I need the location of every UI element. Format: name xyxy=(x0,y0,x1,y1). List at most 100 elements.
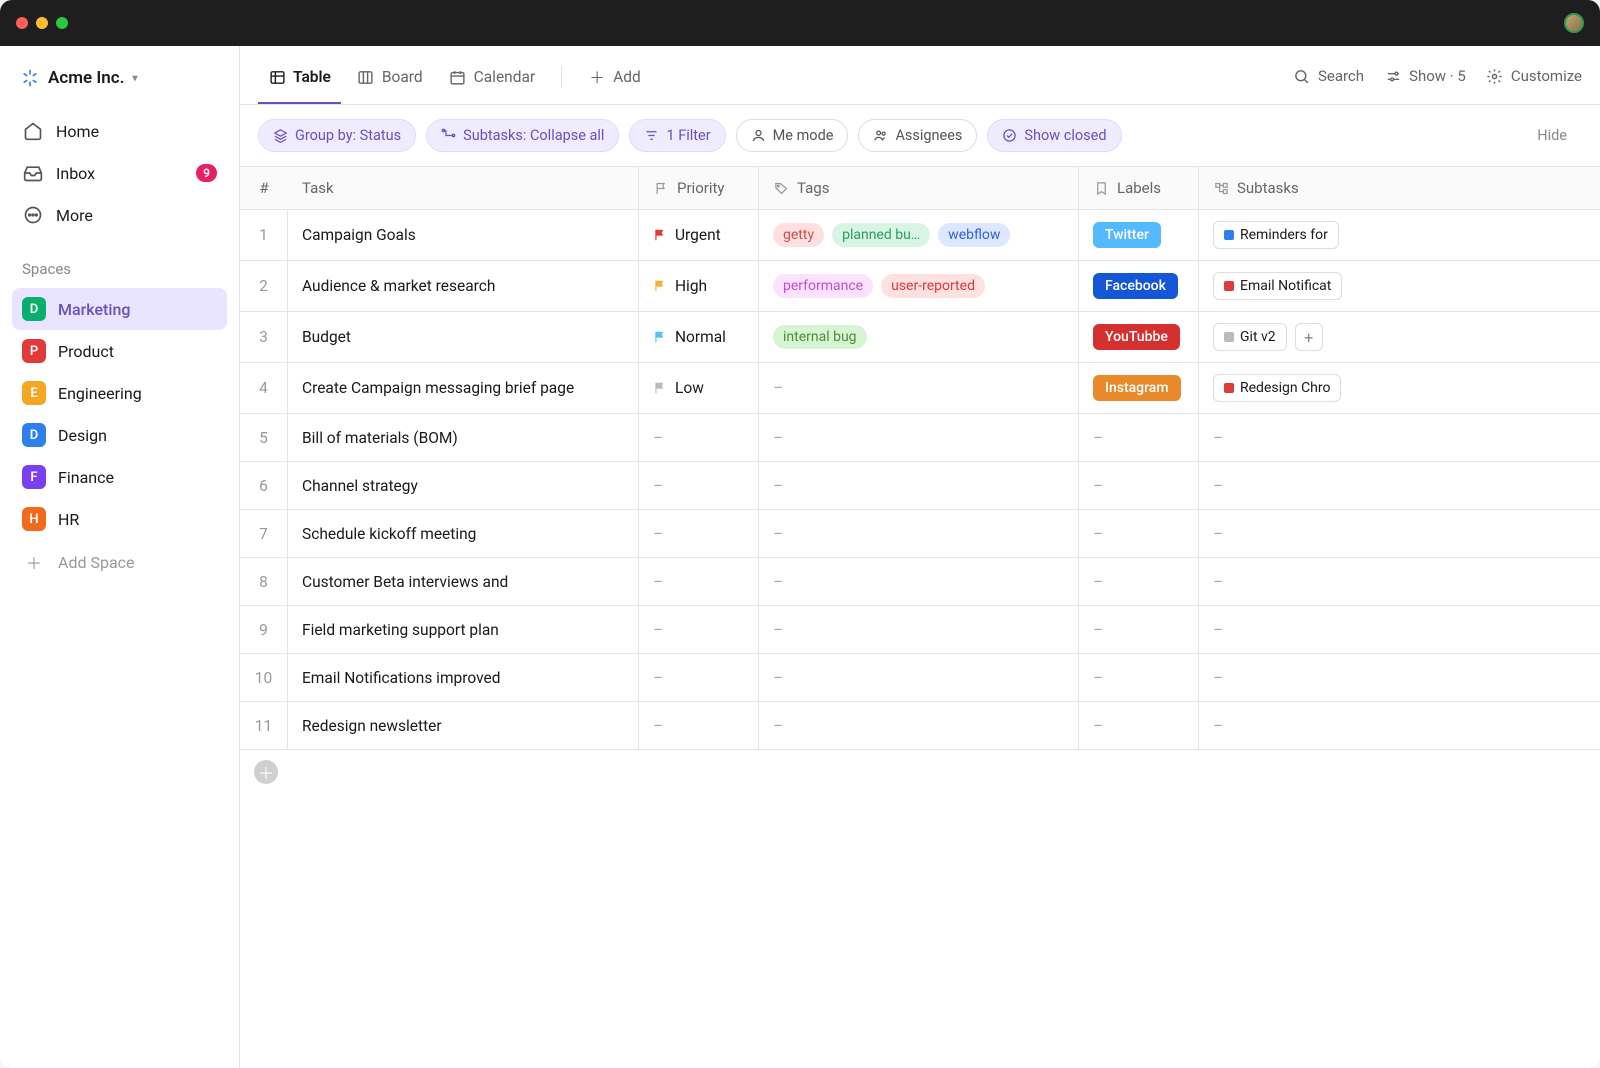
table-row[interactable]: 9 Field marketing support plan – – – – xyxy=(240,606,1600,654)
subtasks-cell[interactable]: – xyxy=(1198,510,1378,557)
table-row[interactable]: 11 Redesign newsletter – – – – xyxy=(240,702,1600,750)
task-name[interactable]: Redesign newsletter xyxy=(288,702,638,749)
priority-cell[interactable]: – xyxy=(638,702,758,749)
tab-table[interactable]: Table xyxy=(258,60,341,104)
tags-cell[interactable]: – xyxy=(758,510,1078,557)
table-row[interactable]: 5 Bill of materials (BOM) – – – – xyxy=(240,414,1600,462)
task-name[interactable]: Customer Beta interviews and xyxy=(288,558,638,605)
tags-cell[interactable]: getty planned bu… webflow xyxy=(758,210,1078,260)
tags-cell[interactable]: – xyxy=(758,606,1078,653)
labels-cell[interactable]: – xyxy=(1078,510,1198,557)
subtask-pill[interactable]: Reminders for xyxy=(1213,221,1339,249)
tag-pill[interactable]: getty xyxy=(773,223,824,247)
priority-cell[interactable]: – xyxy=(638,654,758,701)
subtasks-cell[interactable]: Git v2 + xyxy=(1198,312,1378,362)
priority-cell[interactable]: – xyxy=(638,462,758,509)
tab-board[interactable]: Board xyxy=(347,60,433,104)
task-name[interactable]: Field marketing support plan xyxy=(288,606,638,653)
tab-calendar[interactable]: Calendar xyxy=(439,60,546,104)
subtasks-cell[interactable]: – xyxy=(1198,414,1378,461)
space-item-engineering[interactable]: EEngineering xyxy=(12,372,227,414)
table-row[interactable]: 1 Campaign Goals Urgent gettyplanned bu…… xyxy=(240,210,1600,261)
labels-cell[interactable]: – xyxy=(1078,414,1198,461)
labels-cell[interactable]: Twitter xyxy=(1078,210,1198,260)
priority-cell[interactable]: High xyxy=(638,261,758,311)
tags-cell[interactable]: – xyxy=(758,654,1078,701)
user-avatar[interactable] xyxy=(1564,13,1584,33)
tags-cell[interactable]: – xyxy=(758,462,1078,509)
customize-button[interactable]: Customize xyxy=(1486,67,1582,85)
labels-cell[interactable]: YouTubbe xyxy=(1078,312,1198,362)
nav-more[interactable]: More xyxy=(12,194,227,236)
tag-pill[interactable]: internal bug xyxy=(773,325,867,349)
space-item-design[interactable]: DDesign xyxy=(12,414,227,456)
assignees-chip[interactable]: Assignees xyxy=(858,119,977,152)
column-labels[interactable]: Labels xyxy=(1078,167,1198,209)
subtask-pill[interactable]: Email Notificat xyxy=(1213,272,1342,300)
label-pill[interactable]: Twitter xyxy=(1093,222,1161,248)
table-row[interactable]: 2 Audience & market research High perfor… xyxy=(240,261,1600,312)
task-name[interactable]: Bill of materials (BOM) xyxy=(288,414,638,461)
tag-pill[interactable]: performance xyxy=(773,274,873,298)
task-name[interactable]: Email Notifications improved xyxy=(288,654,638,701)
table-row[interactable]: 6 Channel strategy – – – – xyxy=(240,462,1600,510)
search-button[interactable]: Search xyxy=(1293,67,1364,85)
subtasks-cell[interactable]: – xyxy=(1198,558,1378,605)
task-name[interactable]: Schedule kickoff meeting xyxy=(288,510,638,557)
subtask-pill[interactable]: Redesign Chro xyxy=(1213,374,1341,402)
add-task-row[interactable]: ＋ xyxy=(240,750,1600,794)
labels-cell[interactable]: – xyxy=(1078,606,1198,653)
close-window-button[interactable] xyxy=(16,17,28,29)
label-pill[interactable]: Instagram xyxy=(1093,375,1181,401)
labels-cell[interactable]: Instagram xyxy=(1078,363,1198,413)
tag-pill[interactable]: user-reported xyxy=(881,274,985,298)
subtasks-chip[interactable]: Subtasks: Collapse all xyxy=(426,119,619,152)
me-mode-chip[interactable]: Me mode xyxy=(736,119,849,152)
table-row[interactable]: 8 Customer Beta interviews and – – – – xyxy=(240,558,1600,606)
space-item-product[interactable]: PProduct xyxy=(12,330,227,372)
labels-cell[interactable]: – xyxy=(1078,702,1198,749)
group-by-chip[interactable]: Group by: Status xyxy=(258,119,416,152)
tags-cell[interactable]: – xyxy=(758,558,1078,605)
add-subtask-button[interactable]: + xyxy=(1295,323,1323,351)
priority-cell[interactable]: – xyxy=(638,414,758,461)
priority-cell[interactable]: – xyxy=(638,606,758,653)
task-name[interactable]: Create Campaign messaging brief page xyxy=(288,363,638,413)
tags-cell[interactable]: – xyxy=(758,363,1078,413)
subtasks-cell[interactable]: Reminders for xyxy=(1198,210,1378,260)
priority-cell[interactable]: Urgent xyxy=(638,210,758,260)
priority-cell[interactable]: – xyxy=(638,510,758,557)
subtasks-cell[interactable]: Redesign Chro xyxy=(1198,363,1378,413)
subtasks-cell[interactable]: – xyxy=(1198,462,1378,509)
labels-cell[interactable]: – xyxy=(1078,654,1198,701)
tags-cell[interactable]: performance user-reported xyxy=(758,261,1078,311)
task-name[interactable]: Budget xyxy=(288,312,638,362)
column-tags[interactable]: Tags xyxy=(758,167,1078,209)
column-task[interactable]: Task xyxy=(288,167,638,209)
filter-chip[interactable]: 1 Filter xyxy=(629,119,725,152)
table-row[interactable]: 3 Budget Normal internal bug YouTubbe Gi… xyxy=(240,312,1600,363)
show-closed-chip[interactable]: Show closed xyxy=(987,119,1121,152)
labels-cell[interactable]: – xyxy=(1078,558,1198,605)
subtasks-cell[interactable]: – xyxy=(1198,606,1378,653)
priority-cell[interactable]: Normal xyxy=(638,312,758,362)
column-priority[interactable]: Priority xyxy=(638,167,758,209)
task-name[interactable]: Audience & market research xyxy=(288,261,638,311)
table-row[interactable]: 4 Create Campaign messaging brief page L… xyxy=(240,363,1600,414)
tag-pill[interactable]: planned bu… xyxy=(832,223,930,247)
labels-cell[interactable]: Facebook xyxy=(1078,261,1198,311)
show-button[interactable]: Show · 5 xyxy=(1384,67,1466,85)
column-subtasks[interactable]: Subtasks xyxy=(1198,167,1378,209)
table-row[interactable]: 10 Email Notifications improved – – – – xyxy=(240,654,1600,702)
hide-button[interactable]: Hide xyxy=(1522,119,1582,152)
priority-cell[interactable]: Low xyxy=(638,363,758,413)
table-row[interactable]: 7 Schedule kickoff meeting – – – – xyxy=(240,510,1600,558)
subtasks-cell[interactable]: Email Notificat xyxy=(1198,261,1378,311)
workspace-switcher[interactable]: Acme Inc. ▾ xyxy=(12,64,227,110)
minimize-window-button[interactable] xyxy=(36,17,48,29)
labels-cell[interactable]: – xyxy=(1078,462,1198,509)
task-name[interactable]: Channel strategy xyxy=(288,462,638,509)
subtask-pill[interactable]: Git v2 xyxy=(1213,323,1287,351)
tag-pill[interactable]: webflow xyxy=(938,223,1010,247)
nav-inbox[interactable]: Inbox 9 xyxy=(12,152,227,194)
